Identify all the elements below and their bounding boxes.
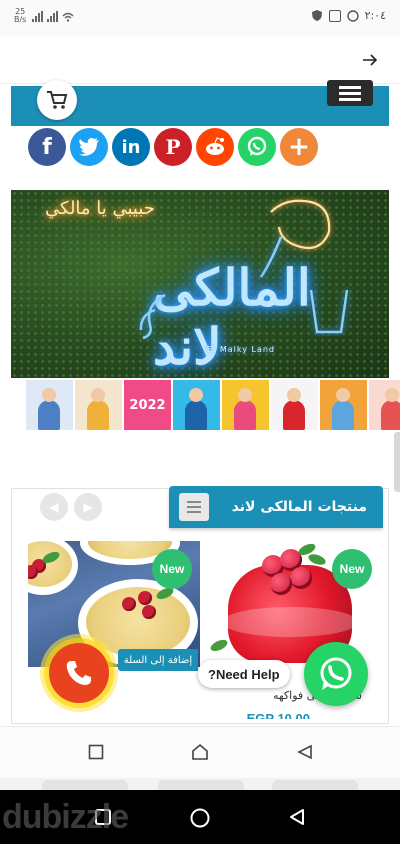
thumbnail-kid[interactable] (173, 380, 220, 430)
hero-banner: حبيبي يا مالكي المالكى لاند El Malky Lan… (11, 190, 389, 378)
new-badge: New (332, 549, 372, 589)
network-speed-unit: B/s (14, 15, 27, 24)
neon-brand-sign: المالكى لاند (153, 258, 311, 376)
shield-icon (311, 10, 322, 21)
phone-icon (66, 661, 91, 685)
status-bar: 25 B/s ٢:٠٤ (0, 0, 400, 36)
thumbnail-kid[interactable] (369, 380, 400, 430)
menu-button[interactable] (327, 80, 373, 106)
thumbnail-year[interactable]: 2022 (124, 380, 171, 430)
whatsapp-chat-button[interactable] (304, 642, 368, 706)
more-share-button[interactable]: + (280, 128, 318, 166)
home-icon[interactable] (189, 807, 211, 829)
status-right: ٢:٠٤ (311, 9, 386, 22)
signal-icon (47, 10, 59, 22)
page-scrollbar[interactable] (394, 432, 400, 492)
home-icon[interactable] (191, 743, 209, 761)
cart-button[interactable] (37, 80, 77, 120)
wifi-icon (62, 12, 74, 22)
gallery-icon (328, 9, 341, 22)
twitter-share-button[interactable] (70, 128, 108, 166)
thumbnail-kid[interactable] (271, 380, 318, 430)
pinterest-icon: P (165, 135, 181, 159)
facebook-share-button[interactable]: f (28, 128, 66, 166)
section-title-tab: منتجات المالكى لاند (169, 486, 383, 528)
status-left: 25 B/s (14, 8, 74, 24)
facebook-icon: f (42, 134, 52, 160)
thumbnail-kid[interactable] (75, 380, 122, 430)
thumbnail-kid[interactable] (222, 380, 269, 430)
signal-icon (32, 10, 44, 22)
twitter-icon (79, 138, 99, 156)
slider-prev-button[interactable]: ◀ (40, 493, 68, 521)
reddit-icon (206, 137, 224, 155)
add-to-cart-button[interactable]: إضافة إلى السلة (118, 649, 198, 671)
reddit-share-button[interactable] (196, 128, 234, 166)
call-button-inner (49, 643, 109, 703)
dubizzle-watermark: dubizzle (2, 798, 129, 836)
browser-bar (0, 36, 400, 84)
need-help-bubble[interactable]: ?Need Help (198, 660, 290, 688)
pinterest-share-button[interactable]: P (154, 128, 192, 166)
thumbnail-kid[interactable] (26, 380, 73, 430)
section-title: منتجات المالكى لاند (231, 499, 367, 515)
signal-icons (32, 10, 74, 22)
back-icon[interactable] (288, 808, 306, 826)
network-speed: 25 B/s (14, 8, 26, 24)
call-button[interactable] (40, 634, 118, 712)
new-badge: New (152, 549, 192, 589)
whatsapp-status-icon (346, 9, 359, 22)
whatsapp-icon (320, 657, 352, 690)
menu-bar-line (339, 85, 361, 89)
whatsapp-share-button[interactable] (238, 128, 276, 166)
slider-nav: ◀ ▶ (40, 493, 102, 521)
chevron-right-icon: ▶ (83, 500, 93, 514)
linkedin-icon: in (121, 136, 141, 158)
menu-bar-line (339, 91, 361, 95)
back-icon[interactable] (297, 744, 313, 760)
year-label: 2022 (129, 397, 166, 413)
forward-arrow-icon[interactable] (360, 50, 380, 70)
thumbnail-kid[interactable] (320, 380, 367, 430)
cart-icon (47, 91, 68, 109)
neon-english-sign: El Malky Land (207, 345, 275, 354)
neon-glass-icon (309, 289, 349, 334)
neon-gold-sign: حبيبي يا مالكي (45, 198, 155, 219)
whatsapp-icon (247, 136, 267, 156)
recent-apps-icon[interactable] (88, 744, 104, 760)
thumbnail-strip: 2022 (26, 380, 400, 430)
clock-time: ٢:٠٤ (364, 9, 386, 22)
inner-navigation-bar (0, 726, 400, 778)
menu-bar-line (339, 97, 361, 101)
slider-next-button[interactable]: ▶ (74, 493, 102, 521)
chevron-left-icon: ◀ (49, 500, 59, 514)
share-buttons: f in P + (28, 128, 318, 166)
neon-splash-icon (139, 293, 166, 340)
site-header (11, 80, 389, 126)
plus-icon: + (288, 132, 310, 162)
linkedin-share-button[interactable]: in (112, 128, 150, 166)
list-icon[interactable] (179, 493, 209, 521)
bottom-peek-strip (0, 778, 400, 790)
product-price: EGP 10.00 (246, 711, 310, 719)
